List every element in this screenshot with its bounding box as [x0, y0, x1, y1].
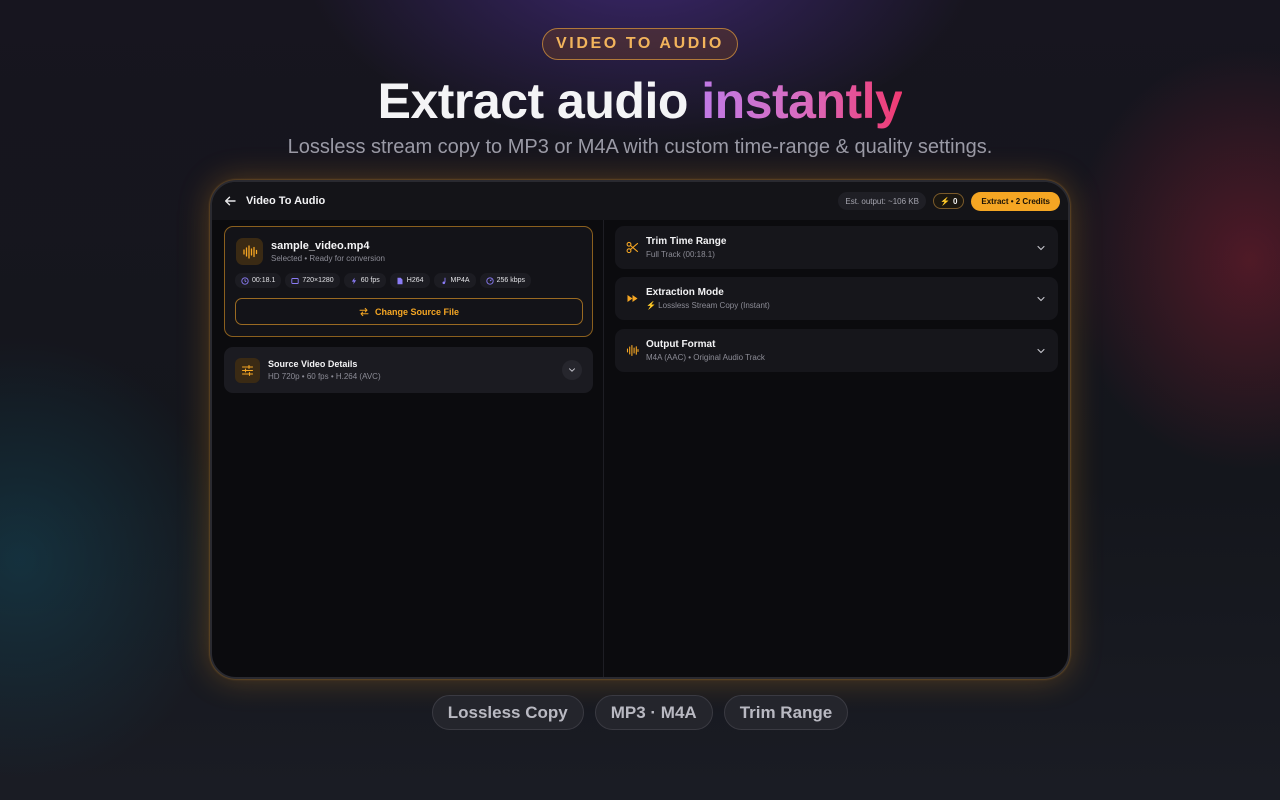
- file-status: Selected • Ready for conversion: [271, 254, 385, 263]
- estimated-output-badge: Est. output: ~106 KB: [838, 192, 926, 210]
- feature-pill-trim: Trim Range: [723, 695, 849, 730]
- extraction-title: Extraction Mode: [646, 287, 724, 298]
- source-video-details-card[interactable]: Source Video Details HD 720p • 60 fps • …: [224, 347, 593, 393]
- output-format-accordion[interactable]: Output Format M4A (AAC) • Original Audio…: [615, 329, 1058, 372]
- clock-icon: [241, 276, 249, 285]
- hero-title-accent: instantly: [701, 73, 903, 129]
- app-topbar: Video To Audio Est. output: ~106 KB ⚡ 0 …: [212, 182, 1068, 220]
- meta-chip-duration: 00:18.1: [235, 273, 282, 288]
- chevron-down-icon[interactable]: [562, 360, 582, 380]
- back-arrow-icon[interactable]: [224, 194, 238, 208]
- extraction-subtitle: ⚡ Lossless Stream Copy (Instant): [646, 301, 770, 310]
- hero-title: Extract audio instantly: [0, 72, 1280, 130]
- file-name: sample_video.mp4: [271, 240, 370, 252]
- extract-button[interactable]: Extract • 2 Credits: [971, 191, 1060, 211]
- extraction-mode-accordion[interactable]: Extraction Mode ⚡ Lossless Stream Copy (…: [615, 277, 1058, 320]
- trim-title: Trim Time Range: [646, 236, 727, 247]
- chevron-down-icon[interactable]: [1034, 344, 1048, 358]
- credits-badge[interactable]: ⚡ 0: [932, 193, 965, 209]
- app-title: Video To Audio: [246, 195, 326, 207]
- waveform-icon: [625, 344, 639, 358]
- bolt-icon: ⚡: [939, 196, 950, 206]
- music-note-icon: [442, 277, 445, 284]
- meta-chip-fps: 60 fps: [343, 273, 386, 288]
- resolution-icon: [291, 277, 300, 284]
- fast-forward-icon: [625, 292, 639, 306]
- meta-chip-audio-codec: MP4A: [433, 273, 476, 288]
- feature-badge: VIDEO TO AUDIO: [542, 28, 738, 60]
- bolt-icon: [351, 277, 356, 284]
- meta-chip-bitrate: 256 kbps: [479, 273, 531, 288]
- selected-file-card: sample_video.mp4 Selected • Ready for co…: [224, 226, 593, 337]
- feature-pills: Lossless Copy MP3 · M4A Trim Range: [0, 695, 1280, 730]
- meta-chip-codec: H264: [389, 273, 430, 288]
- scissors-icon: [625, 241, 639, 255]
- details-subtitle: HD 720p • 60 fps • H.264 (AVC): [268, 372, 381, 381]
- hero-title-main: Extract audio: [377, 73, 702, 129]
- details-title: Source Video Details: [268, 359, 358, 369]
- chevron-down-icon[interactable]: [1034, 292, 1048, 306]
- trim-subtitle: Full Track (00:18.1): [646, 250, 715, 259]
- output-format-title: Output Format: [646, 339, 716, 350]
- codec-file-icon: [397, 277, 403, 284]
- waveform-icon: [236, 238, 263, 265]
- app-window: Video To Audio Est. output: ~106 KB ⚡ 0 …: [210, 180, 1070, 679]
- swap-icon: [359, 307, 369, 316]
- meta-chip-resolution: 720×1280: [285, 273, 340, 288]
- credits-count: 0: [952, 196, 958, 206]
- change-source-file-button[interactable]: Change Source File: [235, 298, 583, 325]
- column-divider: [603, 220, 604, 677]
- chevron-down-icon[interactable]: [1034, 241, 1048, 255]
- feature-pill-lossless: Lossless Copy: [431, 695, 584, 730]
- sliders-icon: [235, 357, 260, 383]
- hero-subtitle: Lossless stream copy to MP3 or M4A with …: [287, 136, 993, 158]
- trim-time-range-accordion[interactable]: Trim Time Range Full Track (00:18.1): [615, 226, 1058, 269]
- bitrate-icon: [485, 276, 494, 285]
- file-meta-row: 00:18.1 720×1280 60 fps H264 MP4A 256 kb…: [235, 273, 531, 288]
- feature-pill-formats: MP3 · M4A: [594, 695, 713, 730]
- output-format-subtitle: M4A (AAC) • Original Audio Track: [646, 353, 765, 362]
